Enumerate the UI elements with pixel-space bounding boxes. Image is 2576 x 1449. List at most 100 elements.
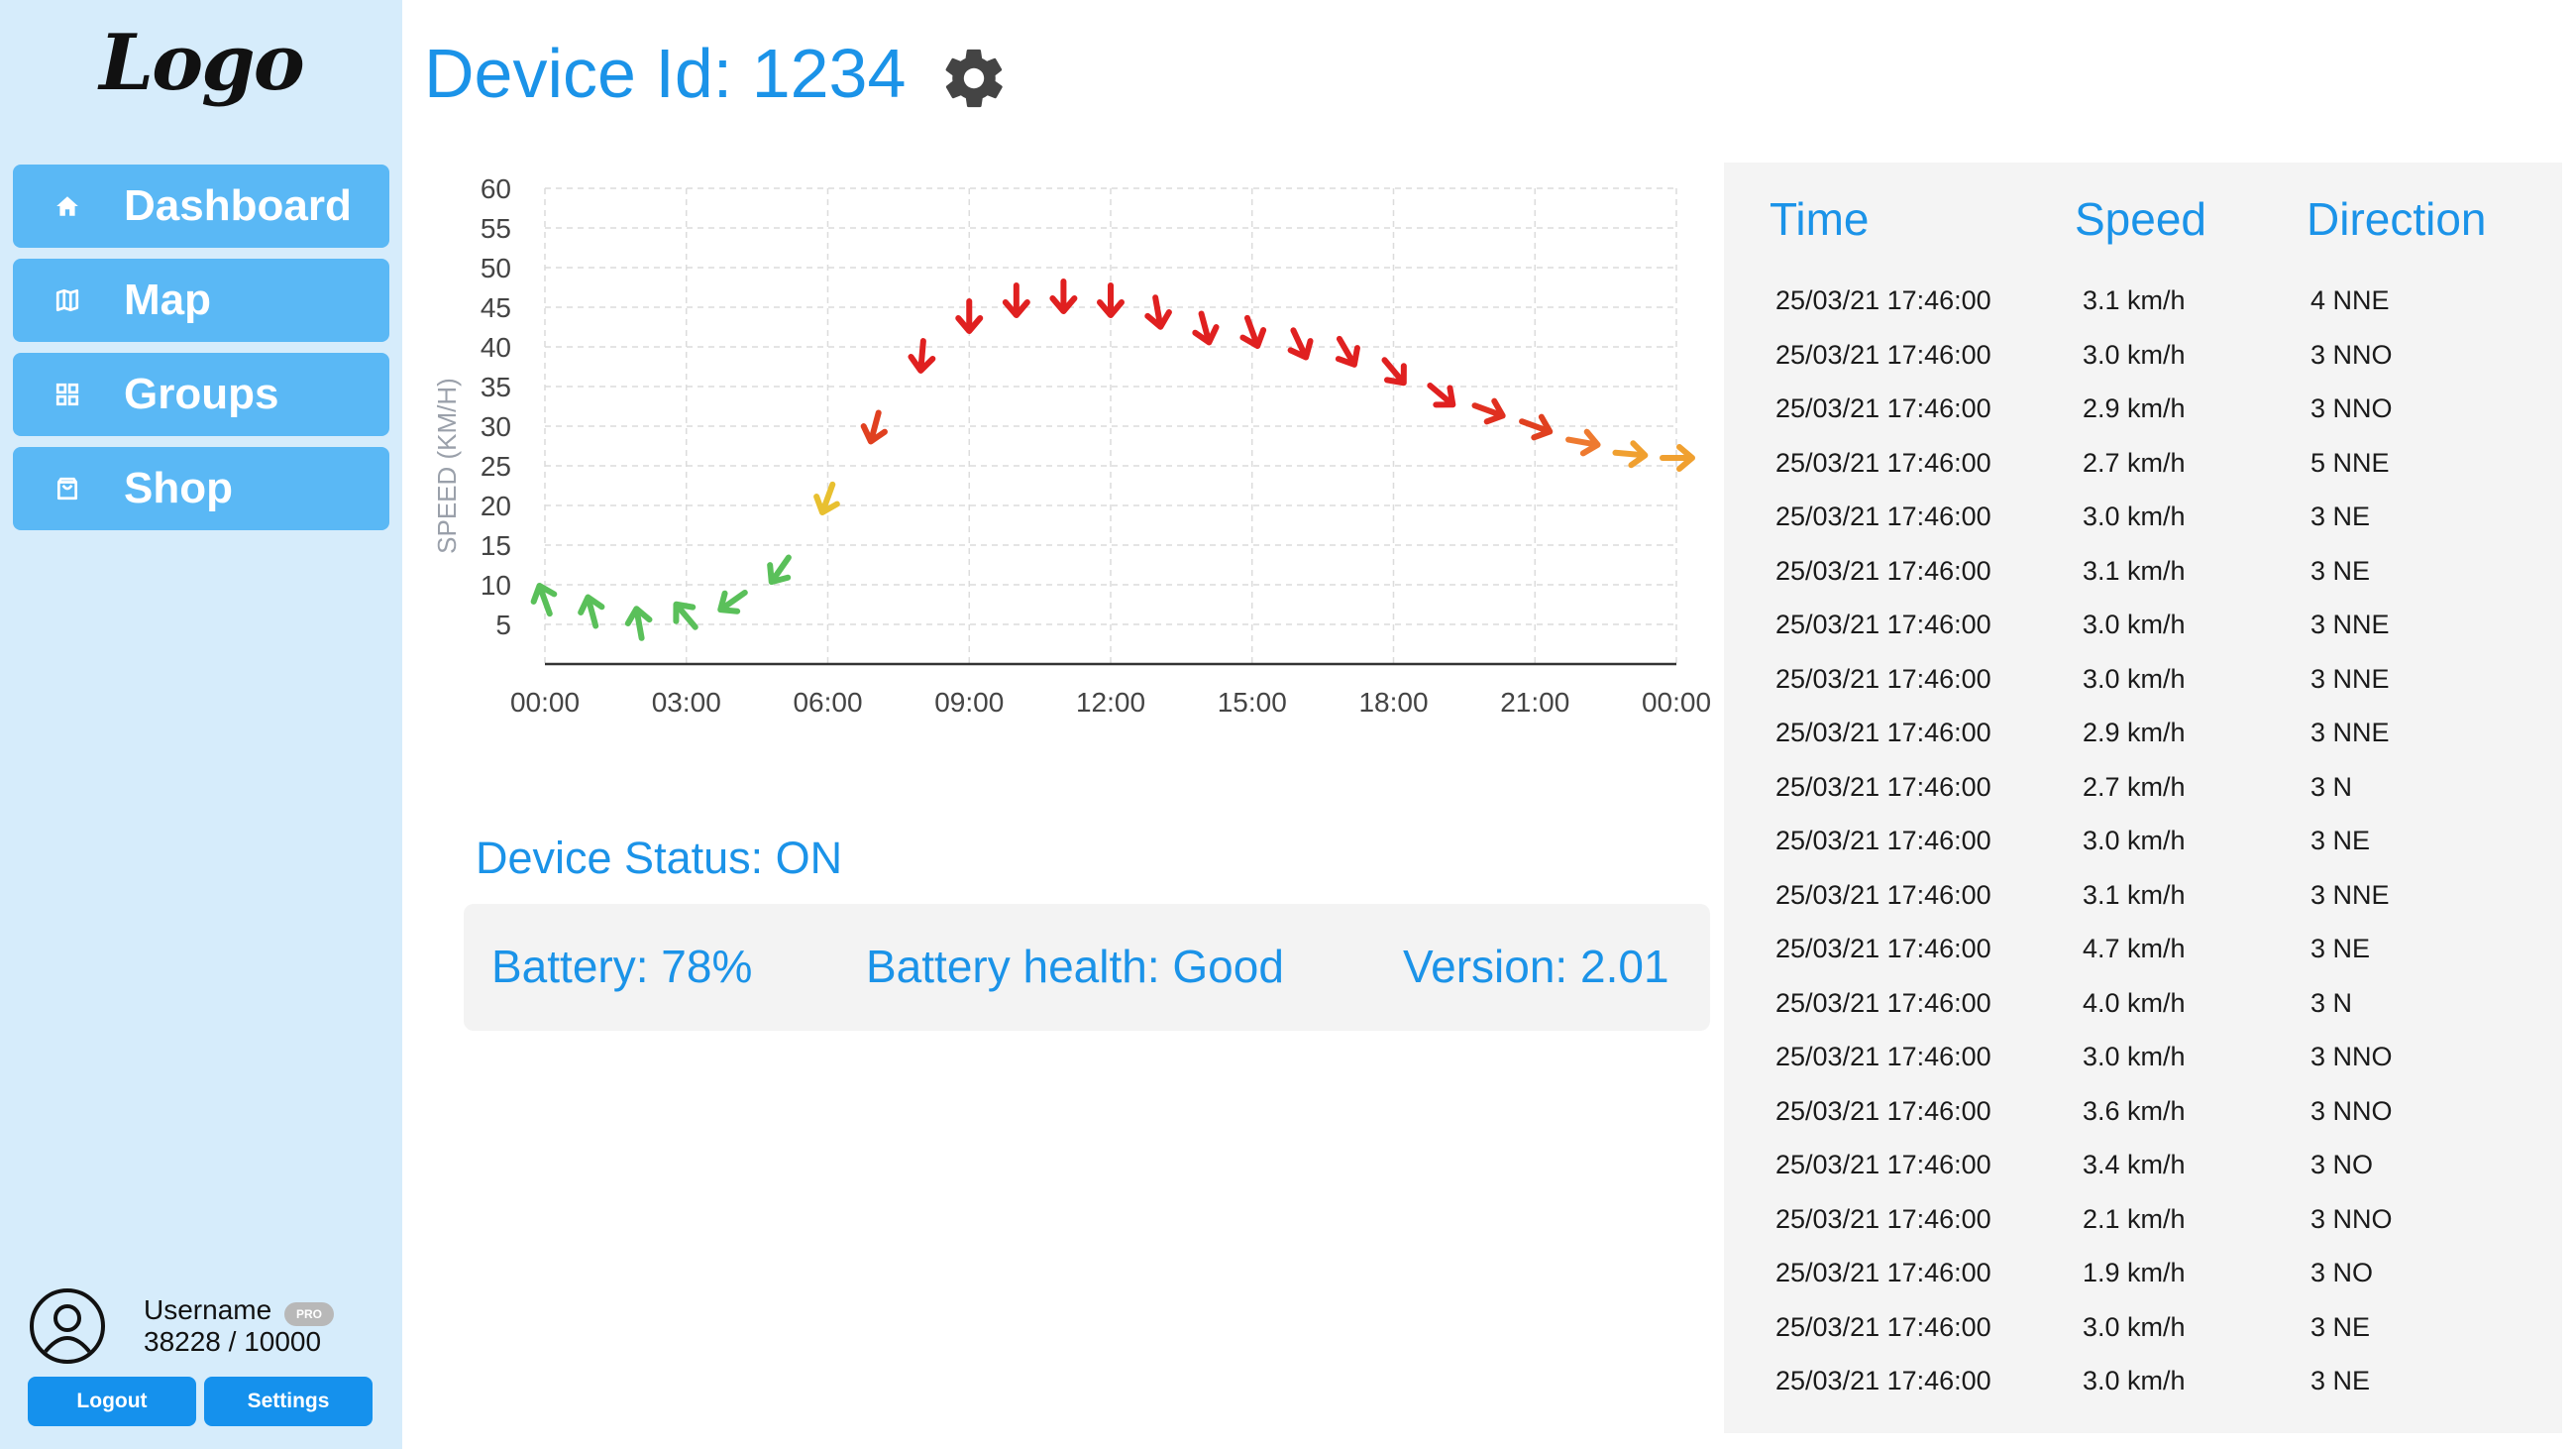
direction-cell: 3 NNO	[2310, 1203, 2393, 1234]
device-status-title: Device Status: ON	[476, 833, 843, 883]
time-cell: 25/03/21 17:46:00	[1775, 771, 1991, 802]
speed-chart: 5 10 15 20 25 30 35 40 45 50 55 60 00:00 03:00 06:00 09…	[432, 173, 1711, 718]
table-row[interactable]: 25/03/21 17:46:00 3.1 km/h 4 NNE	[1724, 279, 2562, 334]
settings-button[interactable]: Settings	[204, 1377, 373, 1426]
firmware-version: Version: 2.01	[1403, 941, 1669, 992]
x-tick-label: 09:00	[934, 687, 1004, 718]
direction-cell: 3 NNO	[2310, 1095, 2393, 1126]
table-row[interactable]: 25/03/21 17:46:00 3.0 km/h 3 NE	[1724, 1360, 2562, 1414]
speed-cell: 3.1 km/h	[2083, 879, 2186, 910]
table-row[interactable]: 25/03/21 17:46:00 3.1 km/h 3 NNE	[1724, 874, 2562, 929]
sidebar-item-map[interactable]: Map	[13, 259, 389, 342]
logout-button[interactable]: Logout	[28, 1377, 196, 1426]
speed-cell: 2.9 km/h	[2083, 718, 2186, 747]
table-row[interactable]: 25/03/21 17:46:00 1.9 km/h 3 NO	[1724, 1252, 2562, 1306]
sidebar-item-label: Shop	[124, 464, 233, 512]
time-cell: 25/03/21 17:46:00	[1775, 934, 1991, 963]
direction-cell: 4 NNE	[2310, 285, 2390, 315]
wind-arrow-point	[955, 298, 984, 334]
user-points: 38228 / 10000	[144, 1326, 322, 1357]
column-header-speed[interactable]: Speed	[2075, 192, 2206, 246]
grid-icon	[53, 380, 82, 409]
sidebar-item-dashboard[interactable]: Dashboard	[13, 165, 389, 248]
wind-arrow-point	[578, 594, 605, 629]
y-tick-label: 35	[481, 372, 511, 402]
wind-arrow-point	[1471, 397, 1506, 425]
page-title: Device Id: 1234	[424, 35, 907, 112]
y-tick-label: 20	[481, 491, 511, 521]
direction-cell: 3 NNE	[2310, 663, 2390, 694]
direction-cell: 3 NNE	[2310, 610, 2390, 639]
direction-cell: 3 N	[2310, 771, 2353, 802]
speed-cell: 3.0 km/h	[2083, 502, 2186, 531]
battery-level: Battery: 78%	[491, 941, 753, 992]
direction-cell: 3 NO	[2310, 1150, 2374, 1179]
speed-cell: 3.0 km/h	[2083, 826, 2186, 855]
table-row[interactable]: 25/03/21 17:46:00 3.0 km/h 3 NNE	[1724, 604, 2562, 658]
sidebar-item-label: Map	[124, 276, 211, 324]
x-tick-label: 00:00	[510, 687, 580, 718]
table-row[interactable]: 25/03/21 17:46:00 2.7 km/h 5 NNE	[1724, 442, 2562, 497]
wind-arrow-point	[624, 606, 653, 641]
table-row[interactable]: 25/03/21 17:46:00 3.0 km/h 3 NNO	[1724, 334, 2562, 389]
table-row[interactable]: 25/03/21 17:46:00 2.9 km/h 3 NNO	[1724, 388, 2562, 442]
x-tick-label: 00:00	[1642, 687, 1711, 718]
sidebar-item-groups[interactable]: Groups	[13, 353, 389, 436]
time-cell: 25/03/21 17:46:00	[1775, 1042, 1991, 1071]
table-row[interactable]: 25/03/21 17:46:00 3.6 km/h 3 NNO	[1724, 1090, 2562, 1145]
direction-cell: 3 NE	[2310, 502, 2371, 531]
sidebar: Logo Dashboard Map Groups Shop Username …	[0, 0, 402, 1449]
sidebar-item-label: Groups	[124, 370, 279, 418]
table-row[interactable]: 25/03/21 17:46:00 3.0 km/h 3 NE	[1724, 1306, 2562, 1361]
direction-cell: 3 NNE	[2310, 718, 2390, 747]
table-row[interactable]: 25/03/21 17:46:00 3.0 km/h 3 NE	[1724, 496, 2562, 550]
time-cell: 25/03/21 17:46:00	[1775, 610, 1991, 639]
time-cell: 25/03/21 17:46:00	[1775, 285, 1991, 315]
table-row[interactable]: 25/03/21 17:46:00 3.1 km/h 3 NE	[1724, 550, 2562, 605]
table-row[interactable]: 25/03/21 17:46:00 2.9 km/h 3 NNE	[1724, 712, 2562, 766]
wind-arrow-point	[767, 554, 792, 586]
table-row[interactable]: 25/03/21 17:46:00 4.0 km/h 3 N	[1724, 982, 2562, 1037]
time-cell: 25/03/21 17:46:00	[1775, 718, 1991, 747]
table-row[interactable]: 25/03/21 17:46:00 4.7 km/h 3 NE	[1724, 928, 2562, 982]
table-row[interactable]: 25/03/21 17:46:00 2.7 km/h 3 N	[1724, 766, 2562, 821]
x-tick-label: 21:00	[1500, 687, 1569, 718]
x-tick-label: 18:00	[1358, 687, 1428, 718]
avatar[interactable]	[30, 1288, 105, 1364]
sidebar-item-shop[interactable]: Shop	[13, 447, 389, 530]
time-cell: 25/03/21 17:46:00	[1775, 1366, 1991, 1395]
home-icon	[53, 191, 82, 221]
speed-cell: 3.1 km/h	[2083, 555, 2186, 586]
gear-icon[interactable]	[939, 44, 1009, 113]
battery-health: Battery health: Good	[866, 941, 1284, 992]
table-row[interactable]: 25/03/21 17:46:00 3.0 km/h 3 NE	[1724, 820, 2562, 874]
table-row[interactable]: 25/03/21 17:46:00 3.0 km/h 3 NNE	[1724, 658, 2562, 713]
y-tick-label: 30	[481, 411, 511, 442]
time-cell: 25/03/21 17:46:00	[1775, 555, 1991, 586]
table-body: 25/03/21 17:46:00 3.1 km/h 4 NNE 25/03/21 1…	[1724, 279, 2562, 1414]
speed-cell: 3.6 km/h	[2083, 1095, 2186, 1126]
direction-cell: 3 NNE	[2310, 879, 2390, 910]
speed-cell: 4.0 km/h	[2083, 987, 2186, 1018]
wind-arrow-point	[1381, 357, 1407, 387]
direction-cell: 5 NNE	[2310, 447, 2390, 478]
table-row[interactable]: 25/03/21 17:46:00 2.1 km/h 3 NNO	[1724, 1198, 2562, 1253]
time-cell: 25/03/21 17:46:00	[1775, 826, 1991, 855]
wind-arrow-point	[1192, 310, 1220, 346]
table-row[interactable]: 25/03/21 17:46:00 3.0 km/h 3 NNO	[1724, 1036, 2562, 1090]
column-header-time[interactable]: Time	[1770, 192, 1870, 246]
speed-cell: 1.9 km/h	[2083, 1258, 2186, 1287]
wind-arrow-point	[1097, 282, 1125, 318]
y-tick-label: 55	[481, 213, 511, 244]
wind-arrow-point	[1519, 413, 1554, 441]
table-row[interactable]: 25/03/21 17:46:00 3.4 km/h 3 NO	[1724, 1144, 2562, 1198]
y-tick-label: 40	[481, 332, 511, 363]
column-header-direction[interactable]: Direction	[2307, 192, 2487, 246]
direction-cell: 3 NNO	[2310, 1042, 2393, 1071]
direction-cell: 3 NE	[2310, 934, 2371, 963]
wind-arrow-point	[1612, 440, 1649, 469]
wind-arrow-point	[1565, 428, 1601, 457]
speed-cell: 3.1 km/h	[2083, 285, 2186, 315]
x-tick-label: 06:00	[793, 687, 862, 718]
y-tick-label: 60	[481, 173, 511, 204]
